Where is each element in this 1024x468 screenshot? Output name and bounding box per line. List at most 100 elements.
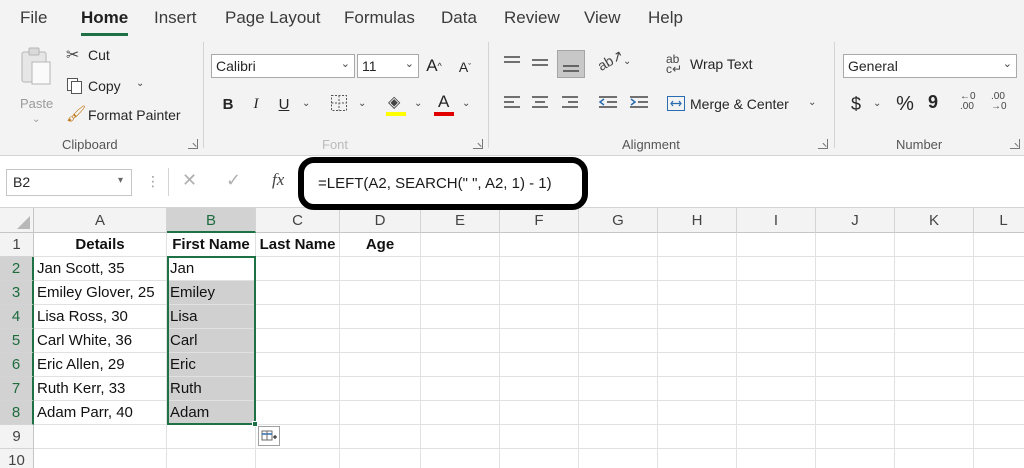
merge-center-button[interactable]: Merge & Center ⌄	[666, 94, 822, 116]
cell-i3[interactable]	[737, 281, 816, 305]
cell-e3[interactable]	[421, 281, 500, 305]
cell-g5[interactable]	[579, 329, 658, 353]
cell-k8[interactable]	[895, 401, 974, 425]
percent-button[interactable]: %	[893, 92, 917, 116]
cell-l3[interactable]	[974, 281, 1024, 305]
cell-f1[interactable]	[500, 233, 579, 257]
cell-i9[interactable]	[737, 425, 816, 449]
cell-c6[interactable]	[256, 353, 340, 377]
row-header-2[interactable]: 2	[0, 257, 34, 281]
tab-view[interactable]: View	[584, 8, 621, 28]
tab-review[interactable]: Review	[504, 8, 560, 28]
font-name-select[interactable]: Calibri ⌄	[211, 54, 355, 78]
cell-k9[interactable]	[895, 425, 974, 449]
cell-j10[interactable]	[816, 449, 895, 468]
name-box[interactable]: B2 ▾	[6, 169, 132, 196]
decrease-decimal-button[interactable]: .00 →0	[991, 92, 1017, 118]
cell-a1[interactable]: Details	[34, 233, 167, 257]
cell-i10[interactable]	[737, 449, 816, 468]
tab-page-layout[interactable]: Page Layout	[225, 8, 320, 28]
cell-h10[interactable]	[658, 449, 737, 468]
cell-b7[interactable]: Ruth	[167, 377, 256, 401]
paste-button[interactable]: Paste ⌄	[14, 44, 58, 125]
orientation-button[interactable]: ab↗ ⌄	[595, 46, 633, 74]
cell-f8[interactable]	[500, 401, 579, 425]
cell-h5[interactable]	[658, 329, 737, 353]
cell-e10[interactable]	[421, 449, 500, 468]
cell-a6[interactable]: Eric Allen, 29	[34, 353, 167, 377]
cell-c5[interactable]	[256, 329, 340, 353]
cell-d1[interactable]: Age	[340, 233, 421, 257]
top-align-button[interactable]	[502, 54, 522, 74]
cell-f10[interactable]	[500, 449, 579, 468]
cell-k2[interactable]	[895, 257, 974, 281]
bold-button[interactable]: B	[218, 92, 238, 116]
cell-b2[interactable]: Jan	[167, 257, 256, 281]
enter-checkmark-icon[interactable]: ✓	[226, 170, 241, 191]
cell-i1[interactable]	[737, 233, 816, 257]
cell-g7[interactable]	[579, 377, 658, 401]
cell-j9[interactable]	[816, 425, 895, 449]
cell-d9[interactable]	[340, 425, 421, 449]
cell-b1[interactable]: First Name	[167, 233, 256, 257]
tab-help[interactable]: Help	[648, 8, 683, 28]
cell-d10[interactable]	[340, 449, 421, 468]
column-header-l[interactable]: L	[974, 208, 1024, 233]
underline-dropdown-icon[interactable]: ⌄	[302, 98, 310, 109]
cell-e8[interactable]	[421, 401, 500, 425]
increase-decimal-button[interactable]: ←0.00	[960, 92, 984, 118]
cell-h2[interactable]	[658, 257, 737, 281]
font-color-button[interactable]: A	[434, 92, 456, 118]
column-header-c[interactable]: C	[256, 208, 340, 233]
cell-h1[interactable]	[658, 233, 737, 257]
cell-i6[interactable]	[737, 353, 816, 377]
cell-f4[interactable]	[500, 305, 579, 329]
cell-l6[interactable]	[974, 353, 1024, 377]
cell-a7[interactable]: Ruth Kerr, 33	[34, 377, 167, 401]
cell-l1[interactable]	[974, 233, 1024, 257]
cell-a2[interactable]: Jan Scott, 35	[34, 257, 167, 281]
copy-button[interactable]: Copy ⌄	[66, 76, 150, 98]
cell-f6[interactable]	[500, 353, 579, 377]
row-header-1[interactable]: 1	[0, 233, 34, 257]
font-launcher-icon[interactable]	[473, 139, 483, 149]
alignment-launcher-icon[interactable]	[818, 139, 828, 149]
cell-d6[interactable]	[340, 353, 421, 377]
row-header-3[interactable]: 3	[0, 281, 34, 305]
tab-home[interactable]: Home	[81, 8, 129, 36]
cell-b3[interactable]: Emiley	[167, 281, 256, 305]
cell-j3[interactable]	[816, 281, 895, 305]
cell-f3[interactable]	[500, 281, 579, 305]
cell-j8[interactable]	[816, 401, 895, 425]
cell-i8[interactable]	[737, 401, 816, 425]
cell-j6[interactable]	[816, 353, 895, 377]
row-header-8[interactable]: 8	[0, 401, 34, 425]
clipboard-launcher-icon[interactable]	[188, 139, 198, 149]
shrink-font-button[interactable]: Aˇ	[455, 56, 475, 78]
cell-c4[interactable]	[256, 305, 340, 329]
cell-k10[interactable]	[895, 449, 974, 468]
wrap-text-button[interactable]: ab c↵ Wrap Text	[666, 53, 766, 76]
cell-g4[interactable]	[579, 305, 658, 329]
cell-c1[interactable]: Last Name	[256, 233, 340, 257]
column-header-e[interactable]: E	[421, 208, 500, 233]
cell-b10[interactable]	[167, 449, 256, 468]
cell-e1[interactable]	[421, 233, 500, 257]
cell-d5[interactable]	[340, 329, 421, 353]
row-header-7[interactable]: 7	[0, 377, 34, 401]
cell-j4[interactable]	[816, 305, 895, 329]
cell-l10[interactable]	[974, 449, 1024, 468]
cell-k6[interactable]	[895, 353, 974, 377]
column-header-j[interactable]: J	[816, 208, 895, 233]
cell-e6[interactable]	[421, 353, 500, 377]
align-right-button[interactable]	[560, 94, 580, 114]
cell-a3[interactable]: Emiley Glover, 25	[34, 281, 167, 305]
cell-d4[interactable]	[340, 305, 421, 329]
quick-analysis-button[interactable]	[258, 426, 280, 446]
format-painter-button[interactable]: 🖌 Format Painter	[66, 104, 190, 126]
cell-b8[interactable]: Adam	[167, 401, 256, 425]
cell-j5[interactable]	[816, 329, 895, 353]
cell-c10[interactable]	[256, 449, 340, 468]
cell-h7[interactable]	[658, 377, 737, 401]
currency-button[interactable]: $	[848, 92, 864, 116]
